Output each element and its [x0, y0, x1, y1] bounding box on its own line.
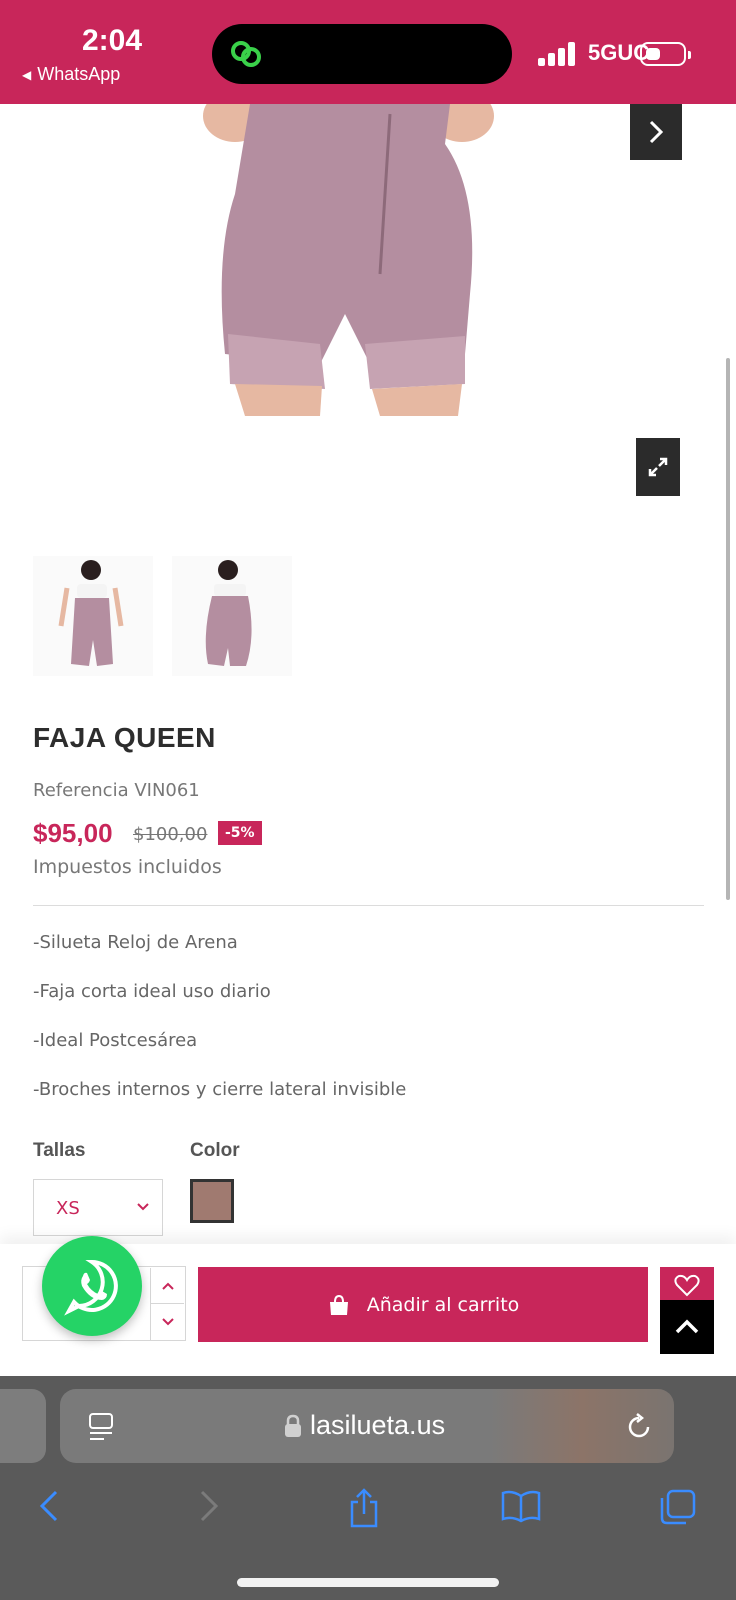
back-triangle-icon: ◀	[22, 68, 32, 82]
product-main-image[interactable]	[50, 104, 680, 424]
forward-icon[interactable]	[194, 1488, 224, 1524]
feature-item: -Silueta Reloj de Arena	[33, 932, 238, 953]
signal-icon	[538, 42, 576, 66]
battery-icon	[640, 42, 691, 66]
discount-badge: -5%	[218, 821, 262, 845]
feature-item: -Faja corta ideal uso diario	[33, 981, 271, 1002]
chevron-down-icon	[161, 1318, 174, 1326]
size-select[interactable]: XS	[33, 1179, 163, 1236]
color-swatch[interactable]	[190, 1179, 234, 1223]
reload-icon[interactable]	[624, 1412, 654, 1442]
add-to-cart-button[interactable]: Añadir al carrito	[198, 1267, 648, 1342]
add-to-cart-label: Añadir al carrito	[366, 1293, 520, 1316]
home-indicator	[237, 1578, 499, 1587]
next-image-button[interactable]	[630, 104, 682, 160]
url-text[interactable]: lasilueta.us	[310, 1410, 445, 1441]
link-chain-icon	[231, 41, 261, 67]
taxes-note: Impuestos incluidos	[33, 856, 222, 878]
heart-icon	[674, 1274, 700, 1297]
lock-icon	[285, 1414, 301, 1437]
expand-icon	[648, 457, 668, 477]
old-price: $100,00	[133, 824, 208, 845]
status-time: 2:04	[82, 24, 143, 57]
product-front-thumbnail[interactable]	[33, 556, 153, 676]
size-label: Tallas	[33, 1140, 86, 1161]
back-app-label: WhatsApp	[37, 64, 121, 84]
dynamic-island	[212, 24, 512, 84]
product-title: FAJA QUEEN	[33, 722, 216, 753]
status-bar: 2:04 ◀ WhatsApp 5GUC	[0, 0, 736, 104]
tabs-icon[interactable]	[658, 1488, 698, 1526]
chevron-up-icon	[161, 1282, 174, 1290]
bookmarks-icon[interactable]	[500, 1488, 542, 1524]
back-icon[interactable]	[34, 1488, 64, 1524]
reader-icon[interactable]	[88, 1412, 116, 1442]
previous-tab-peek[interactable]	[0, 1389, 46, 1463]
chevron-up-icon	[675, 1319, 699, 1334]
color-label: Color	[190, 1140, 240, 1161]
chevron-right-icon	[649, 120, 664, 144]
feature-list: -Silueta Reloj de Arena -Faja corta idea…	[33, 932, 406, 1128]
quantity-increase-button[interactable]	[150, 1268, 184, 1304]
current-price: $95,00	[33, 818, 113, 848]
share-icon[interactable]	[346, 1488, 382, 1528]
divider	[33, 905, 704, 906]
chevron-down-icon	[137, 1203, 149, 1211]
product-back-thumbnail[interactable]	[172, 556, 292, 676]
feature-item: -Broches internos y cierre lateral invis…	[33, 1079, 407, 1100]
product-reference: Referencia VIN061	[33, 780, 200, 801]
quantity-decrease-button[interactable]	[150, 1304, 184, 1340]
whatsapp-icon	[64, 1259, 118, 1316]
feature-item: -Ideal Postcesárea	[33, 1030, 198, 1051]
back-to-app-link[interactable]: ◀ WhatsApp	[22, 64, 120, 85]
expand-image-button[interactable]	[636, 438, 680, 496]
shopping-bag-icon	[329, 1294, 348, 1315]
scroll-indicator	[726, 358, 730, 900]
whatsapp-chat-button[interactable]	[42, 1236, 142, 1336]
size-value: XS	[56, 1198, 80, 1219]
back-to-top-button[interactable]	[660, 1300, 714, 1354]
